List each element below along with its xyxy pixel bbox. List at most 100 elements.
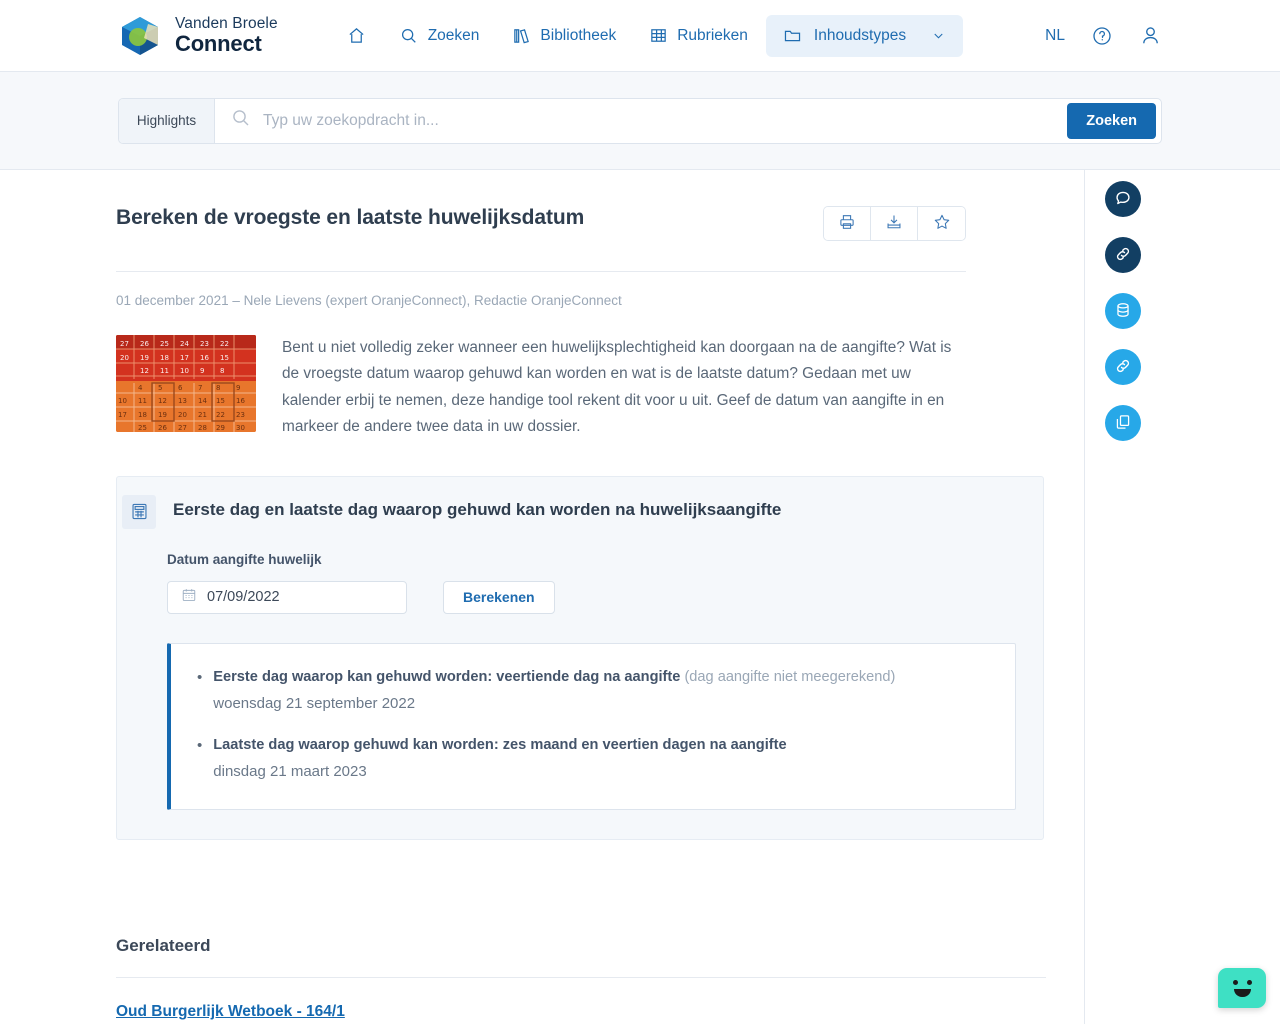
header-utility-nav: NL xyxy=(1045,24,1162,47)
svg-text:4: 4 xyxy=(138,384,143,392)
link-alt-icon xyxy=(1114,357,1132,378)
result-label: Laatste dag waarop gehuwd kan worden: ze… xyxy=(213,736,787,753)
svg-text:20: 20 xyxy=(120,354,129,362)
nav-label-bibliotheek: Bibliotheek xyxy=(540,26,617,44)
print-button[interactable] xyxy=(824,207,871,240)
svg-text:27: 27 xyxy=(178,424,187,432)
svg-text:23: 23 xyxy=(200,340,209,348)
svg-text:25: 25 xyxy=(160,340,169,348)
svg-text:23: 23 xyxy=(236,411,245,419)
svg-text:15: 15 xyxy=(220,354,229,362)
search-strip: Highlights Zoeken xyxy=(0,72,1280,170)
article-header: Bereken de vroegste en laatste huwelijks… xyxy=(116,206,966,241)
svg-text:7: 7 xyxy=(198,384,202,392)
rail-link-alt-button[interactable] xyxy=(1105,349,1141,385)
date-input-wrapper[interactable] xyxy=(167,580,407,614)
svg-text:11: 11 xyxy=(138,397,147,405)
list-item: Oud Burgerlijk Wetboek - 164/1 Wetgeving xyxy=(116,978,1046,1024)
page-title: Bereken de vroegste en laatste huwelijks… xyxy=(116,206,585,229)
chevron-down-icon xyxy=(931,28,946,43)
svg-text:6: 6 xyxy=(178,384,183,392)
result-value: dinsdag 21 maart 2023 xyxy=(213,762,367,780)
library-icon xyxy=(511,26,531,46)
svg-text:30: 30 xyxy=(236,424,245,432)
bullet-icon: • xyxy=(197,736,203,754)
search-icon xyxy=(231,108,251,133)
svg-text:13: 13 xyxy=(178,397,187,405)
download-button[interactable] xyxy=(871,207,918,240)
nav-label-rubrieken: Rubrieken xyxy=(677,26,748,44)
nav-item-rubrieken[interactable]: Rubrieken xyxy=(634,16,762,56)
home-icon xyxy=(347,26,367,46)
user-icon[interactable] xyxy=(1139,24,1162,47)
svg-text:8: 8 xyxy=(216,384,220,392)
rail-link-button[interactable] xyxy=(1105,237,1141,273)
svg-text:18: 18 xyxy=(138,411,147,419)
calculate-button[interactable]: Berekenen xyxy=(443,580,555,614)
calculator-title: Eerste dag en laatste dag waarop gehuwd … xyxy=(173,499,782,519)
printer-icon xyxy=(838,213,856,234)
svg-text:27: 27 xyxy=(120,340,129,348)
related-heading: Gerelateerd xyxy=(116,936,211,956)
chatbot-widget[interactable] xyxy=(1218,968,1266,1008)
svg-text:19: 19 xyxy=(158,411,167,419)
calculation-results: • Eerste dag waarop kan gehuwd worden: v… xyxy=(167,642,1016,811)
highlights-tab[interactable]: Highlights xyxy=(119,98,215,143)
svg-text:5: 5 xyxy=(158,384,162,392)
search-field-wrapper xyxy=(215,99,1067,143)
nav-item-home[interactable] xyxy=(333,16,381,56)
folder-icon xyxy=(783,26,803,46)
result-label: Eerste dag waarop kan gehuwd worden: vee… xyxy=(213,668,896,685)
search-input[interactable] xyxy=(263,111,1052,130)
language-selector[interactable]: NL xyxy=(1045,27,1065,45)
svg-text:28: 28 xyxy=(198,424,207,432)
database-icon xyxy=(1114,301,1132,322)
calculator-form-row: Berekenen xyxy=(167,580,1016,614)
svg-text:25: 25 xyxy=(138,424,147,432)
article-intro: 27 26 25 24 23 22 20 19 18 17 16 15 12 11 10 9 8 10… xyxy=(116,335,966,441)
svg-text:22: 22 xyxy=(220,340,229,348)
rail-comment-button[interactable] xyxy=(1105,181,1141,217)
calculator-header: Eerste dag en laatste dag waarop gehuwd … xyxy=(117,477,1043,529)
calculator-body: Datum aangifte huwelijk Berekenen xyxy=(117,551,1043,811)
grid-icon xyxy=(648,26,668,46)
date-field-label: Datum aangifte huwelijk xyxy=(167,551,322,567)
date-input[interactable] xyxy=(207,589,394,606)
top-navigation-bar: Vanden Broele Connect Zoeken Bibliotheek… xyxy=(0,0,1280,72)
brand-name-bottom: Connect xyxy=(175,31,262,57)
intro-paragraph: Bent u niet volledig zeker wanneer een h… xyxy=(282,339,952,436)
search-submit-button[interactable]: Zoeken xyxy=(1067,102,1156,139)
calculator-icon xyxy=(122,494,156,529)
question-circle-icon[interactable] xyxy=(1091,25,1113,47)
related-link[interactable]: Oud Burgerlijk Wetboek - 164/1 xyxy=(116,1003,345,1021)
svg-text:9: 9 xyxy=(236,384,240,392)
nav-item-inhoudstypes[interactable]: Inhoudstypes xyxy=(765,14,964,57)
svg-text:15: 15 xyxy=(216,397,225,405)
favorite-button[interactable] xyxy=(918,207,965,240)
svg-text:17: 17 xyxy=(118,411,127,419)
brand-logo-link[interactable]: Vanden Broele Connect xyxy=(118,14,278,58)
nav-label-inhoudstypes: Inhoudstypes xyxy=(813,26,907,44)
page-body: Bereken de vroegste en laatste huwelijks… xyxy=(0,170,1280,1024)
nav-item-bibliotheek[interactable]: Bibliotheek xyxy=(497,16,630,56)
comment-icon xyxy=(1114,189,1132,210)
svg-text:26: 26 xyxy=(158,424,167,432)
svg-text:12: 12 xyxy=(140,367,149,375)
article-action-toolbar xyxy=(823,206,966,241)
rail-database-button[interactable] xyxy=(1105,293,1141,329)
right-rail xyxy=(1105,181,1141,441)
calculator-card: Eerste dag en laatste dag waarop gehuwd … xyxy=(116,475,1044,841)
result-item: • Eerste dag waarop kan gehuwd worden: v… xyxy=(197,666,989,718)
download-icon xyxy=(885,213,903,234)
svg-text:10: 10 xyxy=(118,397,127,405)
svg-text:12: 12 xyxy=(158,397,167,405)
result-value: woensdag 21 september 2022 xyxy=(213,695,416,713)
main-navigation: Zoeken Bibliotheek Rubrieken Inhoudstype… xyxy=(333,14,964,57)
article-content: Bereken de vroegste en laatste huwelijks… xyxy=(0,170,1085,1024)
svg-text:17: 17 xyxy=(180,354,189,362)
result-note: (dag aangifte niet meegerekend) xyxy=(684,668,896,685)
nav-item-zoeken[interactable]: Zoeken xyxy=(385,16,494,56)
svg-text:10: 10 xyxy=(180,367,189,375)
svg-text:11: 11 xyxy=(160,367,169,375)
rail-copy-button[interactable] xyxy=(1105,405,1141,441)
